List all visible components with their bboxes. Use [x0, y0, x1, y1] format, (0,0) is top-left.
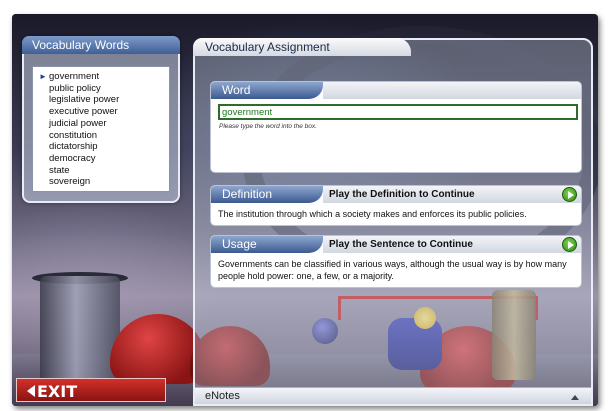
- exit-label: EXIT: [37, 382, 78, 401]
- selected-marker-icon: ►: [39, 72, 47, 81]
- vocabulary-list[interactable]: ► government public policy legislative po…: [32, 66, 170, 192]
- definition-label: Definition: [211, 186, 323, 203]
- word-section: Word Please type the word into the box.: [210, 81, 582, 173]
- enotes-bar[interactable]: eNotes: [195, 387, 591, 404]
- vocab-item-label: democracy: [49, 152, 96, 164]
- back-arrow-icon: [27, 385, 35, 397]
- vocab-item-label: dictatorship: [49, 141, 98, 153]
- app-window: Vocabulary Words ► government public poli…: [12, 14, 598, 406]
- vocab-item-public-policy[interactable]: public policy: [37, 83, 165, 95]
- vocab-item-sovereign[interactable]: sovereign: [37, 176, 165, 188]
- vocab-item-label: judicial power: [49, 117, 107, 129]
- expand-up-icon[interactable]: [571, 395, 579, 400]
- vocab-item-executive-power[interactable]: executive power: [37, 106, 165, 118]
- play-definition-label: Play the Definition to Continue: [329, 189, 475, 200]
- play-definition-button[interactable]: Play the Definition to Continue: [323, 186, 581, 203]
- definition-text: The institution through which a society …: [218, 209, 527, 219]
- vocab-item-legislative-power[interactable]: legislative power: [37, 94, 165, 106]
- word-header: Word: [211, 82, 581, 99]
- vocabulary-assignment-panel: Vocabulary Assignment Word Please type t…: [193, 38, 593, 406]
- vocab-item-label: constitution: [49, 129, 98, 141]
- vocab-item-label: state: [49, 164, 70, 176]
- usage-section: Usage Play the Sentence to Continue Gove…: [210, 235, 582, 288]
- vocab-item-judicial-power[interactable]: judicial power: [37, 118, 165, 130]
- play-sentence-button[interactable]: Play the Sentence to Continue: [323, 236, 581, 253]
- definition-section: Definition Play the Definition to Contin…: [210, 185, 582, 226]
- vocab-item-state[interactable]: state: [37, 165, 165, 177]
- usage-header: Usage Play the Sentence to Continue: [211, 236, 581, 253]
- vocabulary-assignment-title: Vocabulary Assignment: [193, 38, 411, 56]
- vocab-item-label: public policy: [49, 82, 101, 94]
- exit-button[interactable]: EXIT: [16, 378, 166, 402]
- vocabulary-words-panel: Vocabulary Words ► government public poli…: [22, 36, 180, 203]
- word-header-bar: [323, 82, 581, 99]
- usage-label: Usage: [211, 236, 323, 253]
- vocab-item-dictatorship[interactable]: dictatorship: [37, 141, 165, 153]
- vocab-item-label: legislative power: [49, 94, 120, 106]
- play-sentence-label: Play the Sentence to Continue: [329, 239, 473, 250]
- vocab-item-label: government: [49, 71, 100, 82]
- play-icon[interactable]: [562, 237, 577, 252]
- vocab-item-government[interactable]: ► government: [37, 71, 165, 83]
- scene-cylinder: [40, 276, 120, 386]
- definition-header: Definition Play the Definition to Contin…: [211, 186, 581, 203]
- word-input[interactable]: [218, 104, 578, 120]
- enotes-label: eNotes: [205, 390, 240, 402]
- play-icon[interactable]: [562, 187, 577, 202]
- word-label: Word: [211, 82, 323, 99]
- word-hint: Please type the word into the box.: [219, 123, 317, 130]
- vocab-item-label: sovereign: [49, 176, 91, 188]
- usage-text: Governments can be classified in various…: [218, 259, 567, 281]
- vocabulary-words-title: Vocabulary Words: [22, 36, 180, 54]
- vocab-item-constitution[interactable]: constitution: [37, 130, 165, 142]
- vocab-item-label: executive power: [49, 106, 118, 118]
- vocab-item-democracy[interactable]: democracy: [37, 153, 165, 165]
